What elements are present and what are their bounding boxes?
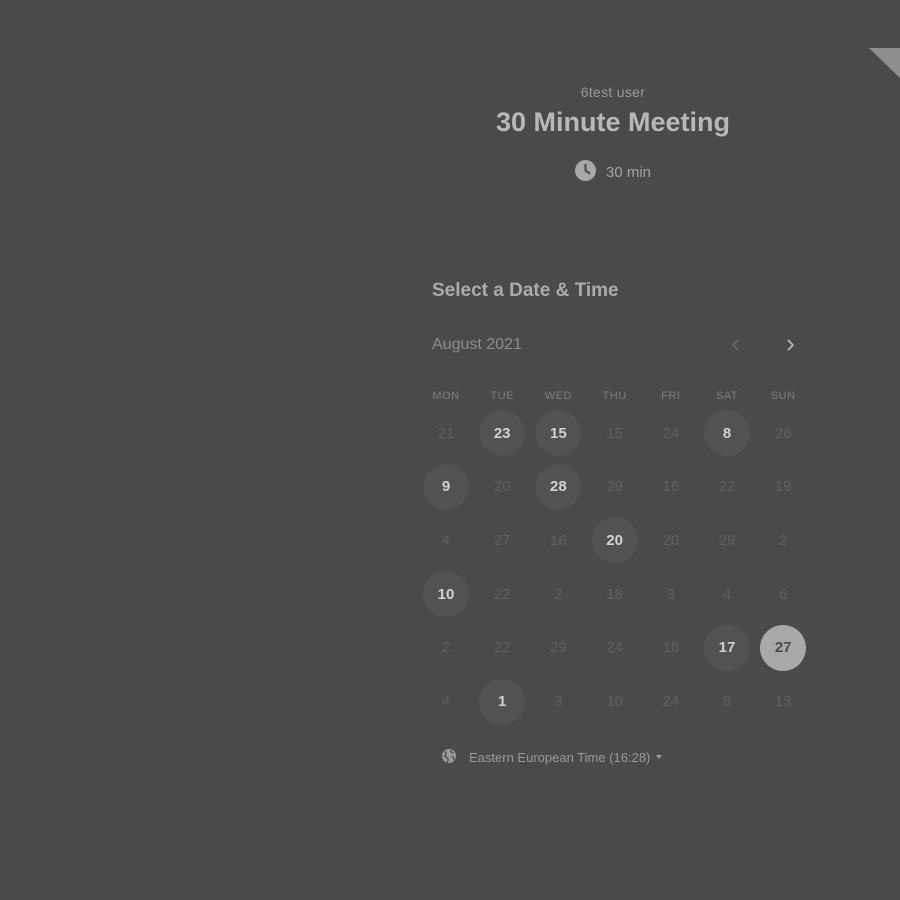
available-day[interactable]: 17 [704, 624, 750, 671]
previous-month-button[interactable] [725, 336, 747, 358]
event-header: 6test user 30 Minute Meeting 30 min [432, 80, 794, 185]
weekday-tue: TUE [490, 390, 514, 402]
calendar-day: 22 [493, 639, 511, 657]
weekday-mon: MON [432, 390, 460, 402]
calendar-day: 29 [606, 478, 623, 496]
month-label: August 2021 [432, 336, 522, 353]
event-title: 30 Minute Meeting [495, 107, 731, 137]
calendar-day: 4 [722, 585, 732, 603]
calendar-day: 2 [554, 585, 563, 603]
calendar-day: 4 [441, 531, 451, 549]
calendar-day: 26 [774, 424, 792, 442]
weekday-wed: WED [544, 390, 572, 402]
calendar-day: 19 [774, 478, 792, 496]
calendar-day: 3 [666, 585, 675, 603]
calendar-day: 24 [606, 639, 623, 657]
month-navigation: August 2021 [432, 336, 802, 358]
next-month-button[interactable] [779, 336, 801, 358]
calendar-day: 29 [718, 531, 736, 549]
event-duration: 30 min [432, 160, 794, 185]
chevron-left-icon [731, 338, 741, 357]
calendar-day: 20 [662, 531, 680, 549]
calendar-day: 3 [554, 693, 563, 710]
calendar-day: 16 [662, 478, 680, 496]
weekday-fri: FRI [661, 390, 681, 402]
calendar-day: 20 [493, 478, 511, 496]
weekday-sat: SAT [715, 390, 739, 402]
timezone-selector[interactable]: Eastern European Time (16:28) [441, 747, 663, 767]
calendar-day: 16 [662, 639, 680, 657]
section-title: Select a Date & Time [432, 280, 619, 301]
calendar-day: 24 [662, 424, 680, 442]
calendar-day: 27 [493, 531, 511, 549]
weekday-thu: THU [602, 390, 627, 402]
calendar-day: 8 [722, 693, 732, 710]
available-day[interactable]: 9 [423, 463, 469, 510]
clock-icon [574, 160, 596, 185]
available-day[interactable]: 1 [479, 678, 526, 725]
available-day[interactable]: 8 [704, 410, 750, 456]
chevron-right-icon [785, 338, 795, 357]
calendar-day: 15 [606, 424, 623, 442]
calendar-day: 16 [550, 531, 567, 549]
available-day[interactable]: 10 [423, 571, 469, 618]
weekday-sun: SUN [770, 390, 796, 402]
caret-down-icon [656, 755, 663, 759]
available-day[interactable]: 20 [591, 517, 638, 564]
globe-icon [441, 748, 457, 767]
calendar-day: 24 [662, 693, 680, 710]
event-owner: 6test user [580, 84, 646, 100]
available-day[interactable]: 15 [535, 410, 582, 456]
corner-badge [869, 48, 900, 78]
calendar-day: 2 [441, 639, 451, 657]
calendar-day: 22 [493, 585, 511, 603]
calendar-day: 22 [718, 478, 736, 496]
calendar-day: 29 [550, 639, 567, 657]
calendar-day: 6 [779, 585, 788, 603]
selected-day[interactable]: 27 [760, 624, 807, 671]
calendar-day: 10 [606, 693, 623, 710]
calendar-day: 2 [779, 531, 788, 549]
calendar-day: 18 [606, 585, 623, 603]
calendar-day: 13 [774, 693, 792, 710]
calendar-day: 21 [437, 424, 455, 442]
calendar-day: 4 [441, 693, 451, 710]
duration-label: 30 min [605, 164, 652, 181]
available-day[interactable]: 28 [535, 463, 582, 510]
available-day[interactable]: 23 [479, 410, 526, 456]
timezone-label: Eastern European Time (16:28) [469, 749, 651, 765]
